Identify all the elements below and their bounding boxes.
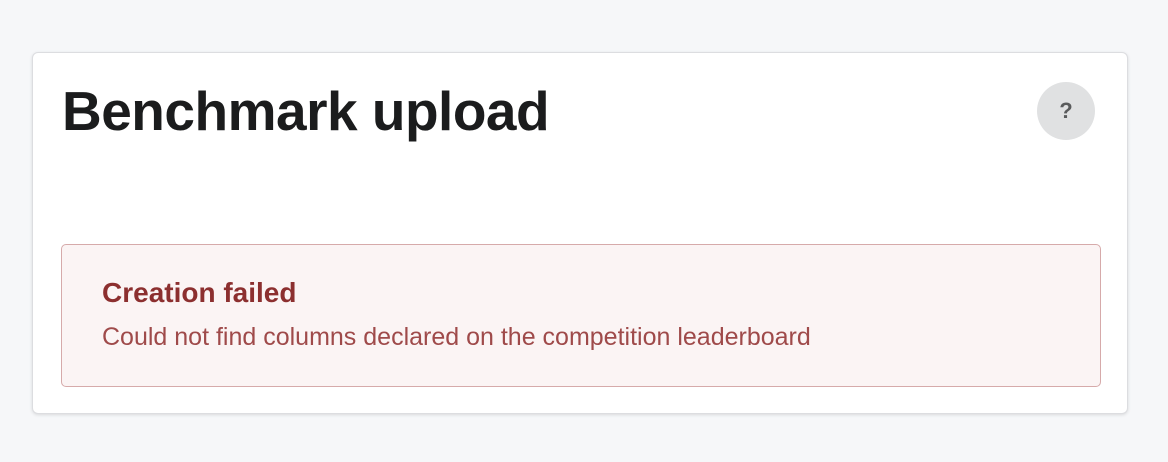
question-mark-icon: ? (1059, 98, 1073, 123)
error-message-header: Creation failed (102, 277, 297, 308)
error-message-text: Could not find columns declared on the c… (102, 323, 811, 351)
help-button[interactable]: ? (1037, 82, 1095, 140)
error-message: Creation failed Could not find columns d… (61, 244, 1101, 387)
page-title: Benchmark upload (62, 80, 550, 142)
benchmark-upload-card: Benchmark upload ? Creation failed Could… (32, 52, 1128, 414)
